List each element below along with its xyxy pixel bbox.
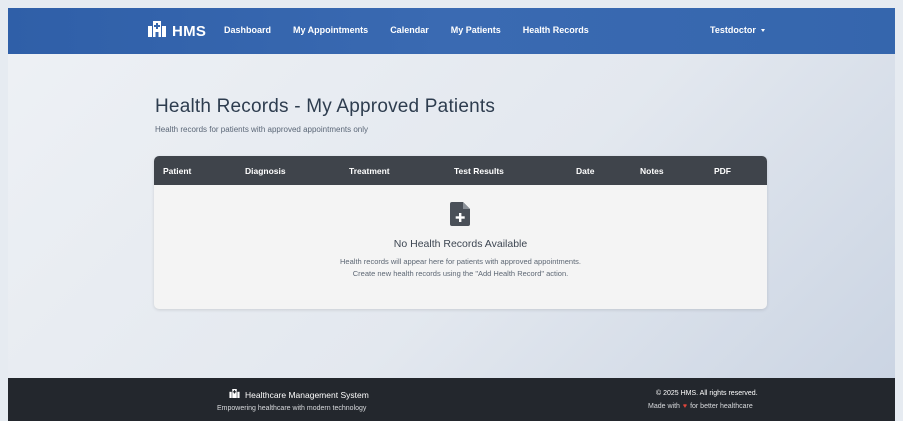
brand[interactable]: HMS: [148, 21, 206, 41]
brand-label: HMS: [172, 22, 207, 40]
user-name: Testdoctor: [710, 25, 756, 35]
nav-calendar[interactable]: Calendar: [390, 25, 429, 35]
footer-brand: Healthcare Management System: [229, 389, 369, 400]
caret-down-icon: [760, 28, 765, 32]
health-records-table: Patient Diagnosis Treatment Test Results…: [154, 156, 767, 309]
footer-brand-label: Healthcare Management System: [245, 389, 369, 400]
empty-state-title: No Health Records Available: [393, 238, 528, 250]
heart-icon: ♥: [682, 403, 688, 410]
app-frame: HMS Dashboard My Appointments Calendar M…: [8, 8, 895, 421]
empty-state-message: Health records will appear here for pati…: [340, 257, 581, 266]
footer-made-with: Made with ♥ for better healthcare: [648, 403, 753, 410]
column-header-notes: Notes: [640, 166, 664, 176]
nav-health-records[interactable]: Health Records: [523, 25, 589, 35]
page-subtitle: Health records for patients with approve…: [155, 125, 369, 134]
empty-state-hint: Create new health records using the "Add…: [352, 269, 569, 278]
hospital-icon: [148, 21, 166, 41]
nav-dashboard[interactable]: Dashboard: [224, 25, 271, 35]
footer-made-prefix: Made with: [648, 403, 680, 410]
footer-made-suffix: for better healthcare: [690, 403, 753, 410]
hospital-icon: [229, 389, 240, 400]
nav-my-patients[interactable]: My Patients: [451, 25, 501, 35]
column-header-date: Date: [576, 166, 595, 176]
user-menu[interactable]: Testdoctor: [710, 25, 765, 35]
column-header-pdf: PDF: [714, 166, 731, 176]
column-header-patient: Patient: [163, 166, 192, 176]
file-medical-icon: [450, 202, 470, 226]
footer: Healthcare Management System Empowering …: [8, 378, 895, 421]
nav-my-appointments[interactable]: My Appointments: [293, 25, 368, 35]
column-header-treatment: Treatment: [349, 166, 390, 176]
page-title: Health Records - My Approved Patients: [155, 96, 496, 117]
navbar: HMS Dashboard My Appointments Calendar M…: [8, 8, 895, 54]
column-header-test-results: Test Results: [454, 166, 504, 176]
column-header-diagnosis: Diagnosis: [245, 166, 286, 176]
nav-links: Dashboard My Appointments Calendar My Pa…: [224, 25, 611, 35]
footer-tagline: Empowering healthcare with modern techno…: [217, 405, 367, 412]
table-header: Patient Diagnosis Treatment Test Results…: [154, 156, 767, 185]
footer-copyright: © 2025 HMS. All rights reserved.: [656, 390, 758, 397]
